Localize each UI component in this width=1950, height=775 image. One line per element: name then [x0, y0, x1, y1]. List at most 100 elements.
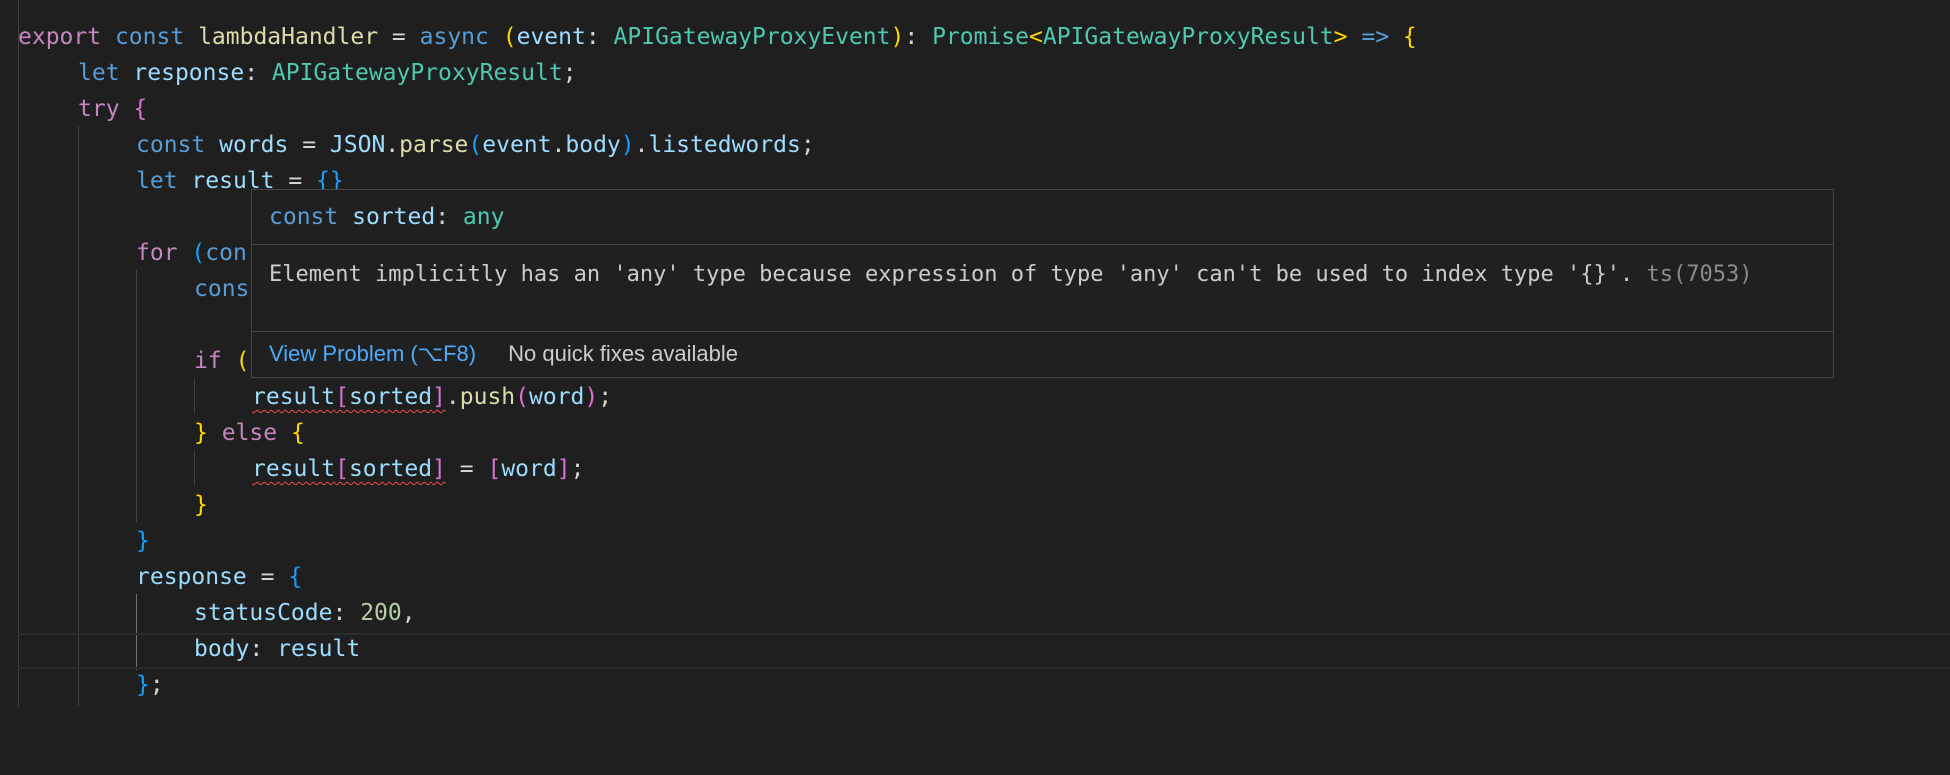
bracket: [	[335, 384, 349, 410]
divider	[252, 244, 1833, 245]
operator: =	[288, 132, 330, 158]
code-line[interactable]: };	[0, 667, 1950, 703]
hover-actions: View Problem (⌥F8) No quick fixes availab…	[269, 331, 738, 377]
bracket: )	[584, 384, 599, 410]
code-line[interactable]: }	[0, 523, 1950, 559]
code-line[interactable]: export const lambdaHandler = async (even…	[0, 19, 1950, 55]
keyword: for	[136, 240, 178, 266]
punctuation: .	[634, 132, 649, 158]
punctuation: .	[551, 132, 566, 158]
code-line[interactable]: result[sorted].push(word);	[0, 379, 1950, 415]
bracket: }	[136, 528, 150, 554]
operator: =	[378, 24, 420, 50]
bracket: [	[487, 456, 502, 482]
parameter: event	[516, 24, 586, 50]
variable: JSON	[329, 132, 386, 158]
keyword: const	[136, 132, 206, 158]
code-line[interactable]: } else {	[0, 415, 1950, 451]
punctuation: :	[904, 24, 933, 50]
bracket: )	[620, 132, 635, 158]
operator: =	[445, 456, 488, 482]
keyword: con	[205, 240, 247, 266]
punctuation: ;	[598, 384, 613, 410]
variable: result	[252, 384, 336, 410]
view-problem-link[interactable]: View Problem (⌥F8)	[269, 341, 476, 366]
function-name: push	[459, 384, 516, 410]
punctuation: ;	[149, 672, 164, 698]
variable: response	[133, 60, 245, 86]
variable: word	[529, 384, 585, 410]
bracket: {	[290, 420, 305, 446]
variable: sorted	[348, 456, 433, 482]
punctuation: ;	[800, 132, 815, 158]
punctuation: .	[445, 384, 460, 410]
variable: result	[252, 456, 336, 482]
code-editor[interactable]: export const lambdaHandler = async (even…	[0, 0, 1950, 706]
type-name: any	[462, 204, 505, 230]
variable: word	[501, 456, 557, 482]
bracket: (	[191, 240, 206, 266]
code-line[interactable]: let response: APIGatewayProxyResult;	[0, 55, 1950, 91]
code-line-current[interactable]: body: result	[0, 631, 1950, 667]
punctuation: :	[332, 600, 361, 626]
code-line[interactable]: try {	[0, 91, 1950, 127]
error-text: Element implicitly has an 'any' type bec…	[269, 262, 1634, 287]
punctuation: ;	[562, 60, 577, 86]
property: listedwords	[648, 132, 801, 158]
bracket: {	[288, 564, 303, 590]
bracket: )	[890, 24, 905, 50]
type-name: APIGatewayProxyResult	[271, 60, 563, 86]
keyword: let	[78, 60, 120, 86]
number-literal: 200	[360, 600, 402, 626]
error-code: ts(7053)	[1646, 262, 1753, 287]
bracket: ]	[432, 384, 446, 410]
error-message: Element implicitly has an 'any' type bec…	[269, 257, 1809, 293]
function-name: lambdaHandler	[198, 24, 379, 50]
type-name: Promise	[932, 24, 1029, 50]
variable: sorted	[352, 204, 436, 230]
hover-tooltip: const sorted: any Element implicitly has…	[251, 189, 1834, 378]
punctuation: ,	[401, 600, 416, 626]
bracket: ]	[556, 456, 571, 482]
property: statusCode	[194, 600, 333, 626]
keyword: if	[194, 348, 222, 374]
operator: =>	[1347, 24, 1403, 50]
keyword: async	[419, 24, 489, 50]
bracket: [	[335, 456, 349, 482]
punctuation: :	[585, 24, 614, 50]
variable: result	[277, 636, 361, 662]
keyword: try	[78, 96, 120, 122]
variable: event	[482, 132, 552, 158]
code-line[interactable]: }	[0, 487, 1950, 523]
bracket: (	[515, 384, 530, 410]
code-line[interactable]: const words = JSON.parse(event.body).lis…	[0, 127, 1950, 163]
punctuation: :	[244, 60, 272, 86]
code-line[interactable]: statusCode: 200,	[0, 595, 1950, 631]
keyword: let	[136, 168, 178, 194]
punctuation: ;	[570, 456, 585, 482]
keyword: export	[18, 24, 102, 50]
variable: words	[219, 132, 289, 158]
bracket: (	[502, 24, 517, 50]
property: body	[565, 132, 621, 158]
type-name: APIGatewayProxyResult	[1042, 24, 1334, 50]
keyword: cons	[194, 276, 250, 302]
property: body	[194, 636, 250, 662]
bracket: <	[1029, 24, 1043, 50]
bracket: {	[1402, 24, 1417, 50]
code-line[interactable]: result[sorted] = [word];	[0, 451, 1950, 487]
bracket: }	[194, 492, 208, 518]
keyword: else	[221, 420, 278, 446]
bracket: {	[133, 96, 148, 122]
bracket: (	[235, 348, 250, 374]
bracket: }	[136, 672, 150, 698]
variable: response	[136, 564, 247, 590]
bracket: ]	[432, 456, 446, 482]
bracket: (	[468, 132, 483, 158]
punctuation: :	[435, 204, 463, 230]
bracket: }	[194, 420, 208, 446]
variable: sorted	[348, 384, 433, 410]
code-line[interactable]: response = {	[0, 559, 1950, 595]
punctuation: :	[249, 636, 278, 662]
operator: =	[246, 564, 289, 590]
